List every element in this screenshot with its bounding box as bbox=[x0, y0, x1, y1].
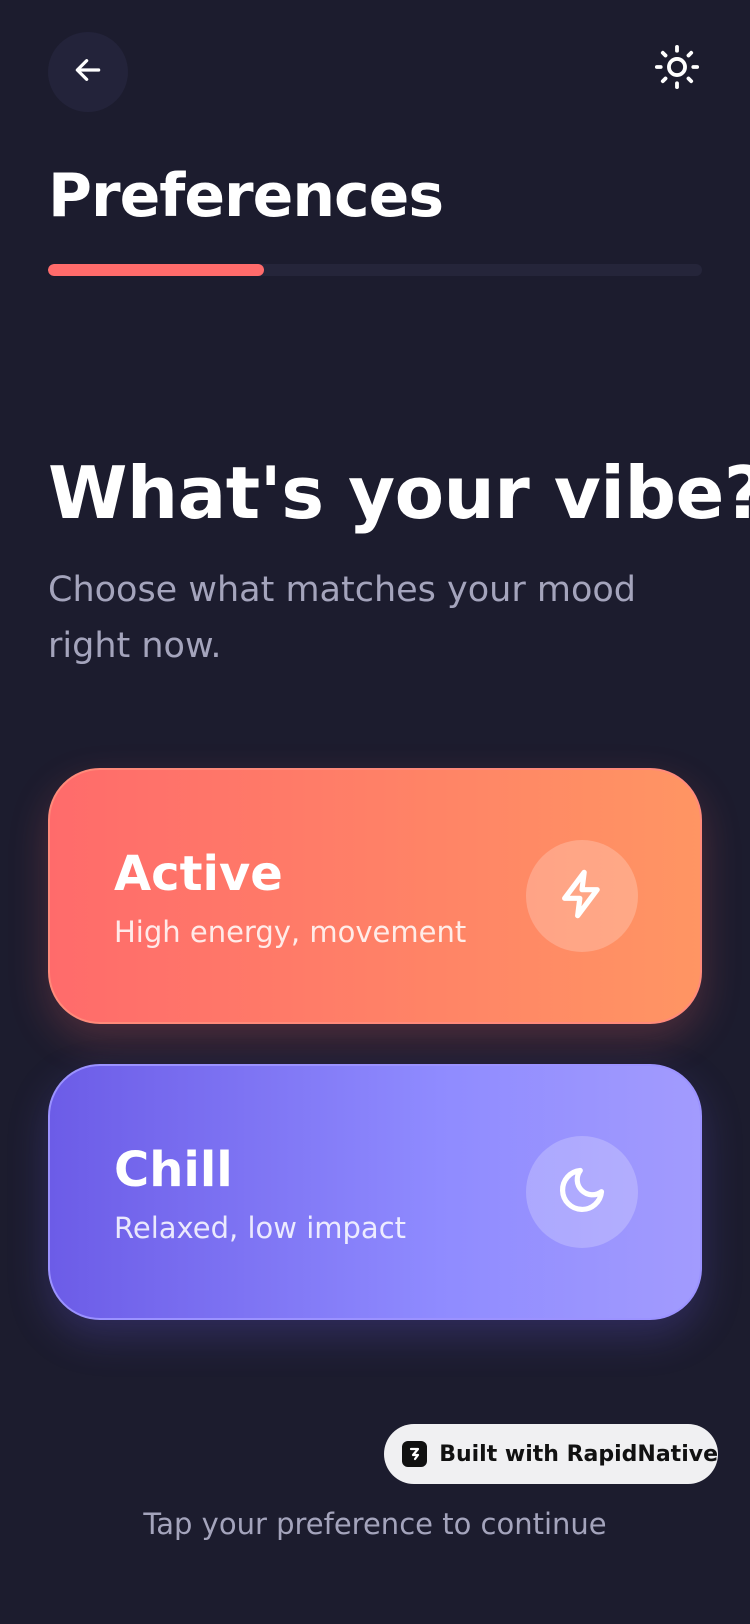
progress-bar-fill bbox=[48, 264, 264, 276]
option-card-chill[interactable]: Chill Relaxed, low impact bbox=[48, 1064, 702, 1320]
back-button[interactable] bbox=[48, 32, 128, 112]
option-icon-circle bbox=[526, 1136, 638, 1248]
option-title: Chill bbox=[114, 1142, 233, 1198]
option-description: Relaxed, low impact bbox=[114, 1211, 407, 1245]
option-icon-circle bbox=[526, 840, 638, 952]
progress-bar bbox=[48, 264, 702, 276]
option-title: Active bbox=[114, 846, 283, 902]
page-title: Preferences bbox=[48, 161, 444, 231]
question-heading: What's your vibe? bbox=[48, 451, 750, 535]
option-description: High energy, movement bbox=[114, 915, 467, 949]
theme-toggle-button[interactable] bbox=[652, 44, 702, 94]
arrow-left-icon bbox=[72, 54, 104, 90]
moon-icon bbox=[556, 1164, 608, 1220]
built-with-badge[interactable]: Built with RapidNative bbox=[384, 1424, 718, 1484]
sun-icon bbox=[654, 44, 700, 94]
badge-label: Built with RapidNative bbox=[439, 1441, 718, 1467]
footer-hint: Tap your preference to continue bbox=[143, 1507, 607, 1541]
question-subtitle: Choose what matches your mood right now. bbox=[48, 570, 636, 666]
rapidnative-logo-icon bbox=[402, 1441, 428, 1467]
option-card-active[interactable]: Active High energy, movement bbox=[48, 768, 702, 1024]
lightning-bolt-icon bbox=[556, 868, 608, 924]
